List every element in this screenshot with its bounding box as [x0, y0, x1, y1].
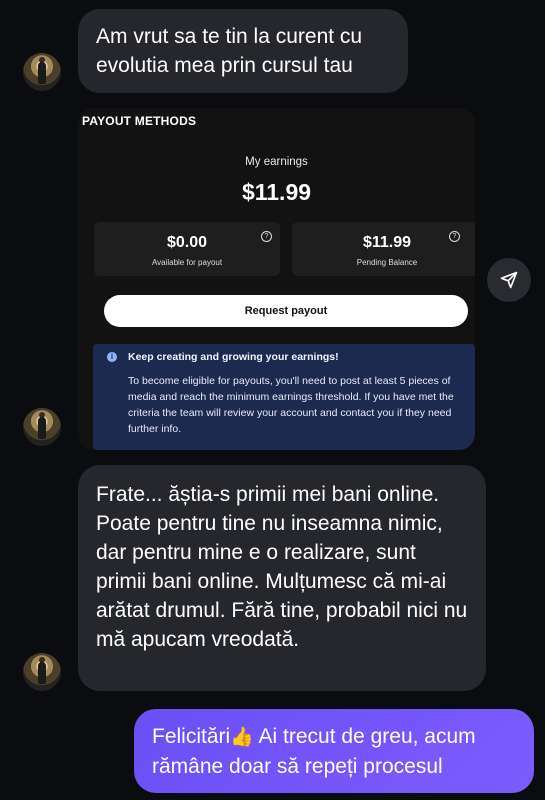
available-balance-card: $0.00 Available for payout ? [94, 222, 280, 276]
help-icon: ? [449, 231, 460, 242]
share-button[interactable] [487, 258, 531, 302]
earnings-value: $11.99 [241, 179, 312, 205]
pending-label: Pending Balance [356, 258, 418, 267]
message-text-start: Felicitări [152, 725, 231, 748]
sender-avatar[interactable] [23, 408, 61, 446]
incoming-message[interactable]: Am vrut sa te tin la curent cu evolutia … [78, 9, 408, 93]
info-title: Keep creating and growing your earnings! [128, 351, 339, 363]
sender-avatar[interactable] [23, 653, 61, 691]
thumbs-up-icon: 👍 [230, 727, 254, 748]
info-body: To become eligible for payouts, you'll n… [128, 375, 454, 435]
pending-value: $11.99 [362, 234, 412, 251]
available-label: Available for payout [151, 258, 223, 267]
info-banner: i Keep creating and growing your earning… [93, 344, 475, 450]
payout-methods-title: PAYOUT METHODS [82, 114, 197, 128]
message-text: Frate... ăștia-s primii mei bani online.… [96, 483, 468, 651]
outgoing-message[interactable]: Felicitări👍 Ai trecut de greu, acum rămâ… [134, 709, 534, 793]
available-value: $0.00 [166, 234, 208, 251]
info-icon: i [107, 352, 117, 362]
help-icon: ? [261, 231, 272, 242]
shared-image-message[interactable]: PAYOUT METHODS My earnings $11.99 $0.00 … [78, 108, 475, 450]
sender-avatar[interactable] [23, 53, 61, 91]
pending-balance-card: $11.99 Pending Balance ? [292, 222, 475, 276]
incoming-message[interactable]: Frate... ăștia-s primii mei bani online.… [78, 465, 486, 691]
message-text: Am vrut sa te tin la curent cu evolutia … [96, 25, 363, 77]
earnings-label: My earnings [245, 156, 308, 168]
paper-plane-icon [500, 271, 518, 289]
request-payout-button: Request payout [104, 295, 468, 327]
